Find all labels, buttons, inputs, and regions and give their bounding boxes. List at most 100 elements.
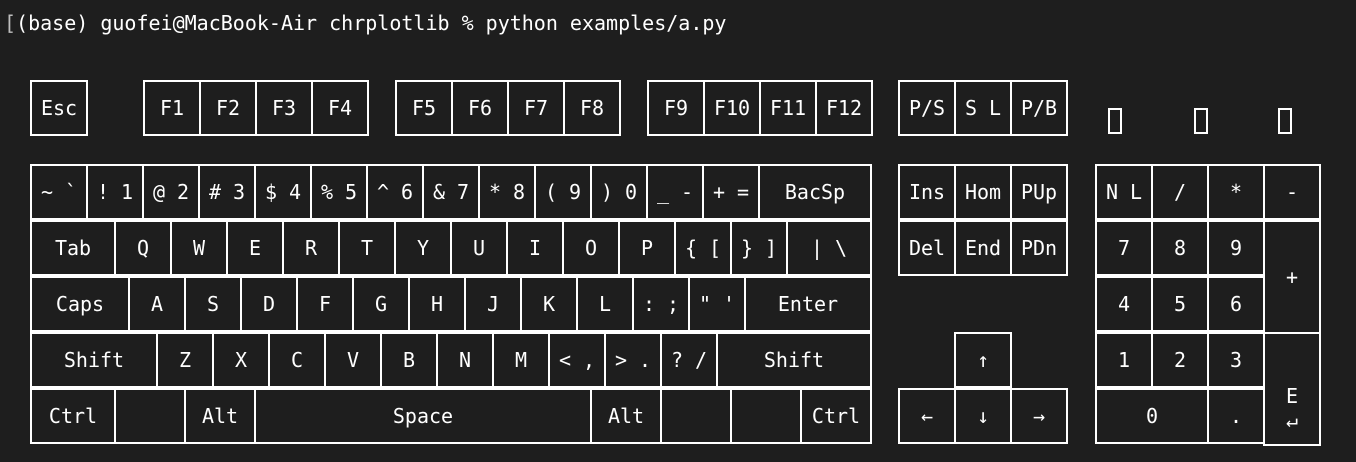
key-sym: _ - (646, 164, 704, 220)
key-sym: : ; (632, 276, 690, 332)
key-sym: + = (702, 164, 760, 220)
ascii-keyboard-diagram: Esc F1 F2 F3 F4 F5 F6 F7 F8 F9 F10 F11 F12 P/S S L P/B ~… (0, 0, 1356, 462)
key-g: G (352, 276, 410, 332)
key-end: End (954, 220, 1012, 276)
numpad-enter-return-glyph: ↵ (1285, 408, 1299, 432)
key-numpad-9: 9 (1207, 220, 1265, 276)
key-c: C (268, 332, 326, 388)
key-1: ! 1 (86, 164, 144, 220)
key-f9: F9 (647, 80, 705, 136)
key-numpad-minus: - (1263, 164, 1321, 220)
key-numpad-8: 8 (1151, 220, 1209, 276)
key-f11: F11 (759, 80, 817, 136)
key-f10: F10 (703, 80, 761, 136)
key-2: @ 2 (142, 164, 200, 220)
key-sym: ~ ` (30, 164, 88, 220)
key-p: P (618, 220, 676, 276)
key-esc: Esc (30, 80, 88, 136)
key-blank-5 (660, 388, 732, 444)
key-t: T (338, 220, 396, 276)
key-numpad-multiply: * (1207, 164, 1265, 220)
key-caps: Caps (30, 276, 130, 332)
key-3: # 3 (198, 164, 256, 220)
key-numpad-1: 1 (1095, 332, 1153, 388)
key-p-b: P/B (1010, 80, 1068, 136)
key-q: Q (114, 220, 172, 276)
key-m: M (492, 332, 550, 388)
key-numpad-enter: E ↵ (1263, 332, 1321, 446)
key-w: W (170, 220, 228, 276)
key-arrow-left: ← (898, 388, 956, 444)
key-numpad-3: 3 (1207, 332, 1265, 388)
key-numpad-numlock: N L (1095, 164, 1153, 220)
key-sym: } ] (730, 220, 788, 276)
key-f8: F8 (563, 80, 621, 136)
key-f3: F3 (255, 80, 313, 136)
key-p-s: P/S (898, 80, 956, 136)
key-n: N (436, 332, 494, 388)
key-numpad-7: 7 (1095, 220, 1153, 276)
key-5: % 5 (310, 164, 368, 220)
key-d: D (240, 276, 298, 332)
key-numpad-6: 6 (1207, 276, 1265, 332)
key-arrow-down: ↓ (954, 388, 1012, 444)
key-x: X (212, 332, 270, 388)
key-numpad-0: 0 (1095, 388, 1209, 444)
key-i: I (506, 220, 564, 276)
key-numpad-5: 5 (1151, 276, 1209, 332)
key-u: U (450, 220, 508, 276)
key-4: $ 4 (254, 164, 312, 220)
key-7: & 7 (422, 164, 480, 220)
key-enter: Enter (744, 276, 872, 332)
key-del: Del (898, 220, 956, 276)
key-j: J (464, 276, 522, 332)
num-lock-light-icon (1108, 108, 1122, 134)
terminal-window[interactable]: [(base) guofei@MacBook-Air chrplotlib % … (0, 0, 1356, 462)
key-sym: > . (604, 332, 662, 388)
key-pup: PUp (1010, 164, 1068, 220)
key-numpad-divide: / (1151, 164, 1209, 220)
key-blank-6 (730, 388, 802, 444)
key-s-l: S L (954, 80, 1012, 136)
key-sym: | \ (786, 220, 872, 276)
key-6: ^ 6 (366, 164, 424, 220)
key-f1: F1 (143, 80, 201, 136)
key-ins: Ins (898, 164, 956, 220)
caps-lock-light-icon (1194, 108, 1208, 134)
scroll-lock-light-icon (1278, 108, 1292, 134)
key-o: O (562, 220, 620, 276)
key-a: A (128, 276, 186, 332)
key-l: L (576, 276, 634, 332)
key-f5: F5 (395, 80, 453, 136)
key-f7: F7 (507, 80, 565, 136)
key-shift: Shift (30, 332, 158, 388)
key-numpad-plus: + (1263, 220, 1321, 334)
key-f4: F4 (311, 80, 369, 136)
key-tab: Tab (30, 220, 116, 276)
key-f: F (296, 276, 354, 332)
key-8: * 8 (478, 164, 536, 220)
key-e: E (226, 220, 284, 276)
key-h: H (408, 276, 466, 332)
key-r: R (282, 220, 340, 276)
key-numpad-2: 2 (1151, 332, 1209, 388)
key-0: ) 0 (590, 164, 648, 220)
key-numpad-4: 4 (1095, 276, 1153, 332)
key-z: Z (156, 332, 214, 388)
key-hom: Hom (954, 164, 1012, 220)
key-alt: Alt (184, 388, 256, 444)
key-sym: < , (548, 332, 606, 388)
key-blank-1 (114, 388, 186, 444)
key-v: V (324, 332, 382, 388)
key-sym: " ' (688, 276, 746, 332)
key-arrow-right: → (1010, 388, 1068, 444)
key-arrow-up: ↑ (954, 332, 1012, 388)
key-ctrl: Ctrl (30, 388, 116, 444)
key-numpad-dot: . (1207, 388, 1265, 444)
key-y: Y (394, 220, 452, 276)
key-pdn: PDn (1010, 220, 1068, 276)
key-s: S (184, 276, 242, 332)
key-b: B (380, 332, 438, 388)
key-f12: F12 (815, 80, 873, 136)
key-ctrl: Ctrl (800, 388, 872, 444)
